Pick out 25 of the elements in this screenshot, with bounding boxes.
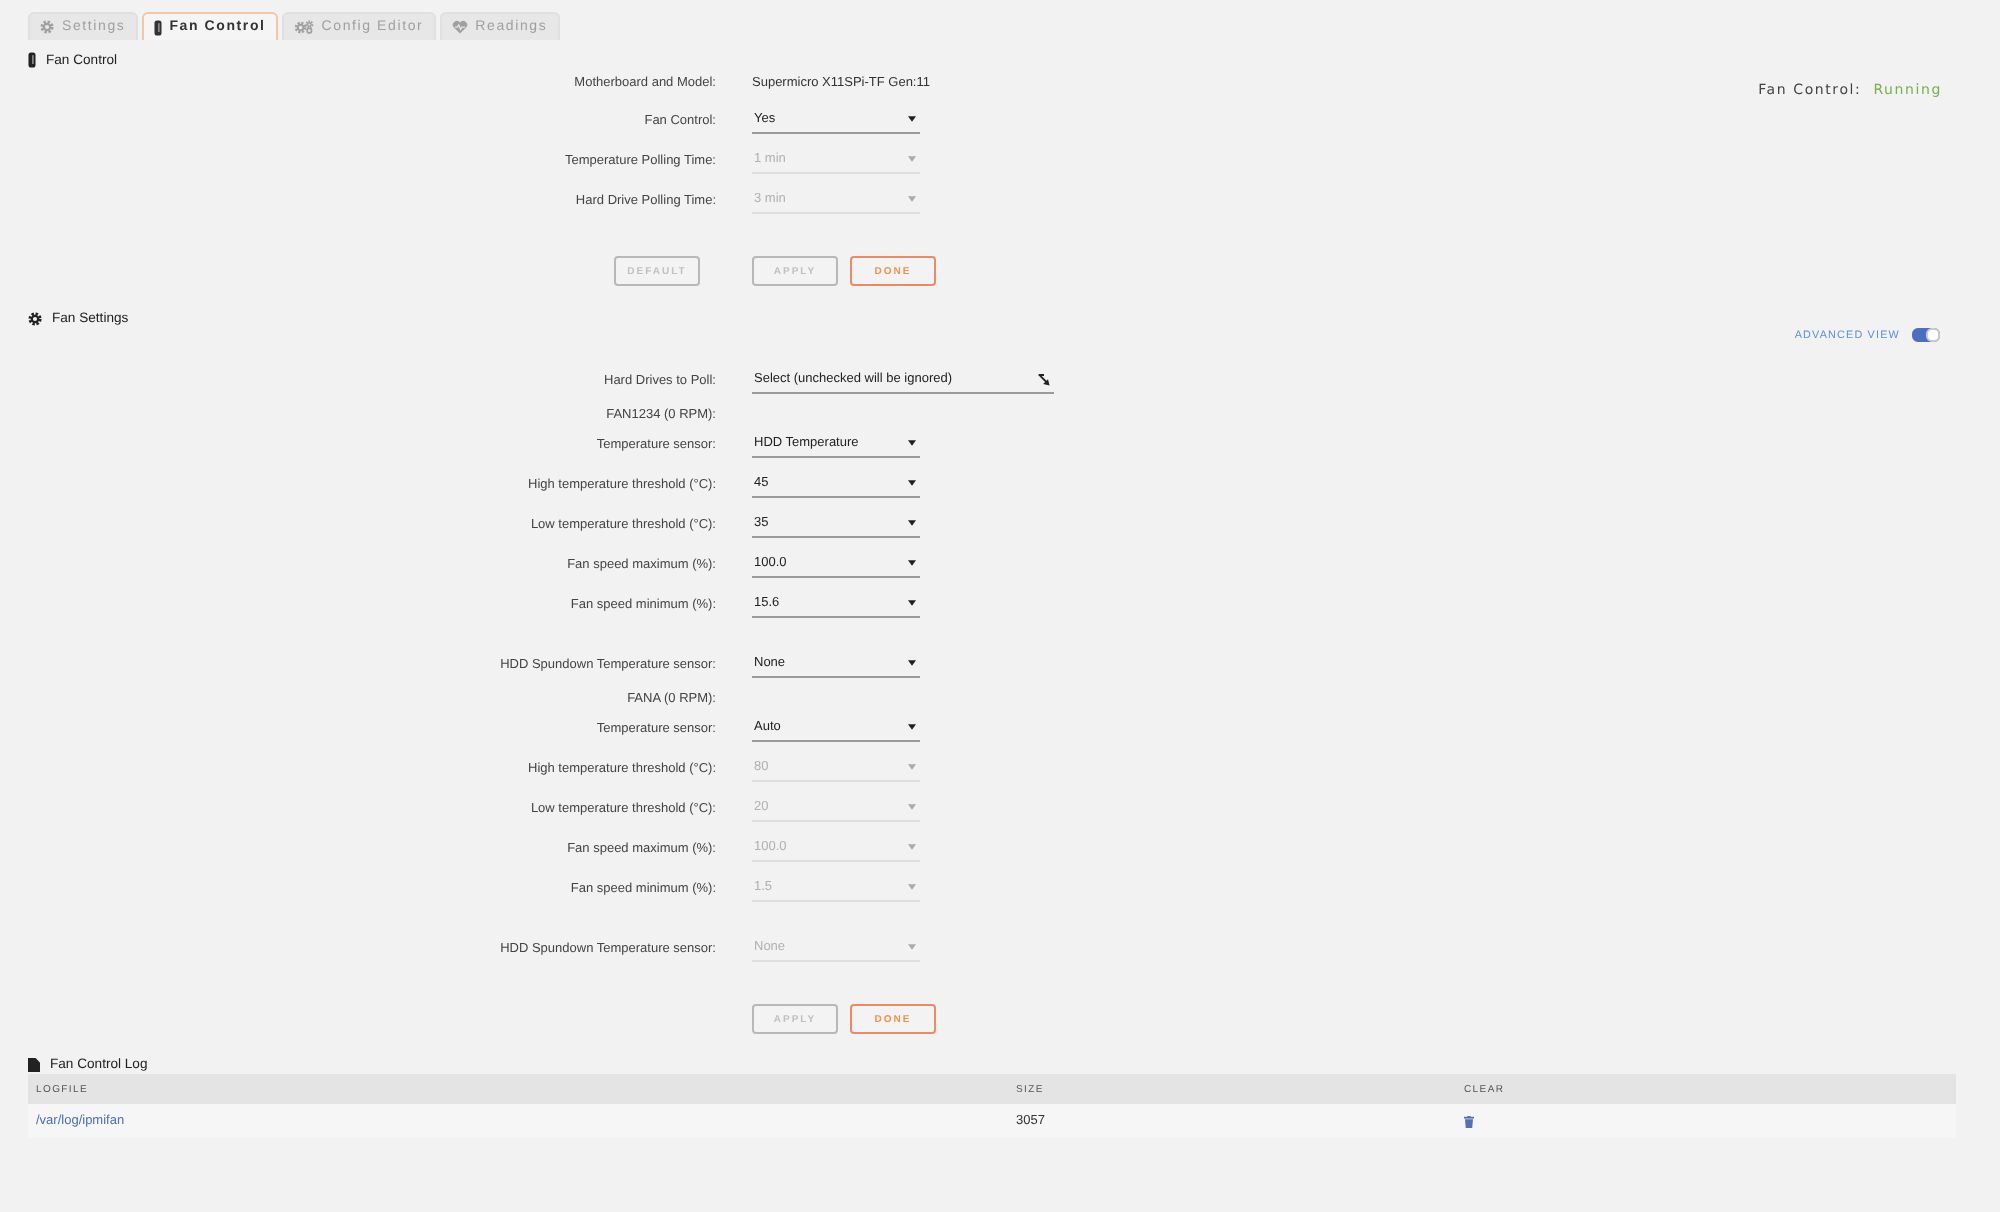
arrow-icon	[1038, 373, 1050, 385]
caret-icon	[908, 116, 916, 122]
toggle-switch[interactable]	[1912, 328, 1940, 342]
caret-icon	[908, 884, 916, 890]
caret-icon	[908, 844, 916, 850]
caret-icon	[908, 660, 916, 666]
caret-icon	[908, 520, 916, 526]
caret-icon	[908, 480, 916, 486]
trash-icon[interactable]	[1464, 1115, 1474, 1127]
gear-icon	[40, 20, 54, 34]
caret-icon	[908, 156, 916, 162]
caret-icon	[908, 944, 916, 950]
caret-icon	[908, 440, 916, 446]
gears-icon	[293, 20, 314, 34]
caret-icon	[908, 804, 916, 810]
capsule-icon	[153, 19, 162, 35]
caret-icon	[908, 724, 916, 730]
gear-icon	[28, 311, 42, 325]
caret-icon	[908, 560, 916, 566]
caret-icon	[908, 764, 916, 770]
caret-icon	[908, 600, 916, 606]
file-icon	[28, 1057, 40, 1071]
caret-icon	[908, 196, 916, 202]
heart-pulse-icon	[451, 20, 468, 34]
capsule-icon	[28, 52, 36, 68]
